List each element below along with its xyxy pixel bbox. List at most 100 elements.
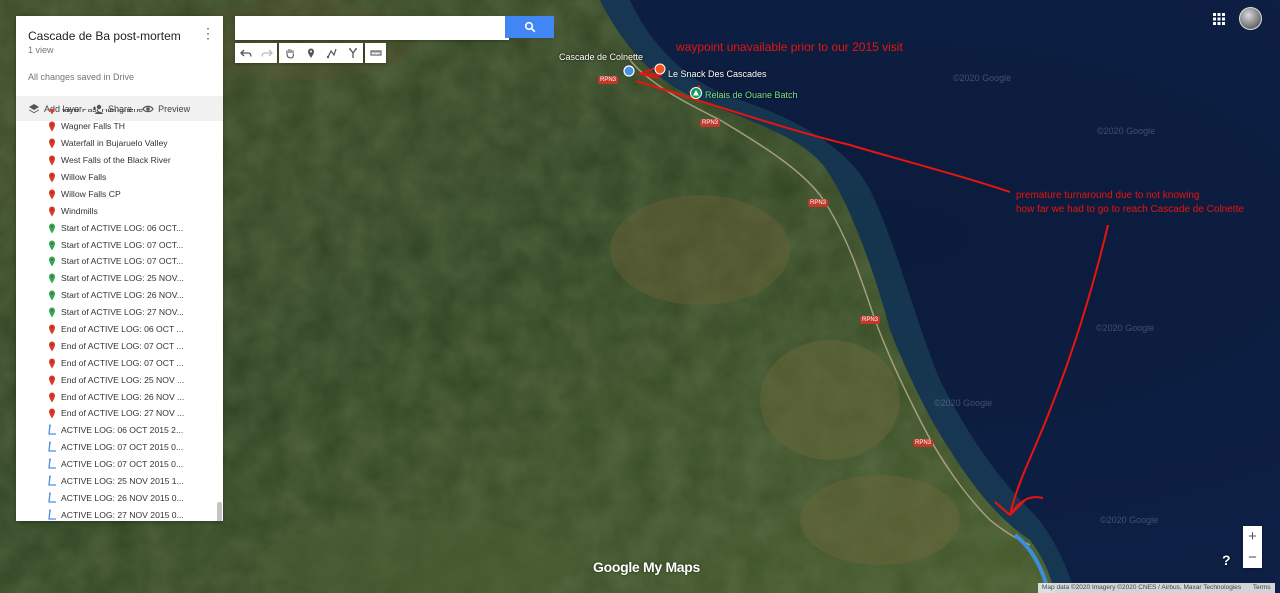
- list-item[interactable]: Willow Falls CP: [16, 185, 223, 202]
- road-label: RPN3: [700, 119, 721, 127]
- search-input[interactable]: [235, 16, 509, 40]
- list-item-label: End of ACTIVE LOG: 26 NOV ...: [61, 391, 185, 402]
- list-item[interactable]: Windmills: [16, 202, 223, 219]
- list-item-label: ACTIVE LOG: 25 NOV 2015 1...: [61, 476, 184, 487]
- line-path-icon: [48, 458, 56, 469]
- list-item[interactable]: ACTIVE LOG: 27 NOV 2015 0...: [16, 506, 223, 521]
- save-status: All changes saved in Drive: [28, 72, 135, 82]
- hand-icon: [285, 49, 294, 59]
- list-item[interactable]: Start of ACTIVE LOG: 26 NOV...: [16, 287, 223, 304]
- list-item[interactable]: End of ACTIVE LOG: 26 NOV ...: [16, 388, 223, 405]
- draw-line-button[interactable]: [321, 43, 342, 63]
- more-options-icon[interactable]: ⋮: [201, 26, 215, 40]
- view-count: 1 view: [28, 45, 54, 55]
- map-legend-panel: Cascade de Ba post-mortem 1 view All cha…: [16, 16, 223, 521]
- measure-button[interactable]: [365, 43, 386, 63]
- red-marker-icon: [49, 206, 55, 217]
- add-marker-button[interactable]: [300, 43, 321, 63]
- list-item[interactable]: End of ACTIVE LOG: 27 NOV ...: [16, 405, 223, 422]
- green-marker-icon: [49, 223, 55, 234]
- red-marker-icon: [49, 324, 55, 335]
- list-item[interactable]: View Past Hienghene: [16, 109, 223, 118]
- list-item[interactable]: ACTIVE LOG: 07 OCT 2015 0...: [16, 439, 223, 456]
- list-item[interactable]: End of ACTIVE LOG: 07 OCT ...: [16, 354, 223, 371]
- map-watermark: ©2020 Google: [934, 398, 993, 408]
- scrollbar[interactable]: [217, 502, 222, 521]
- line-path-icon: [48, 475, 56, 486]
- directions-icon: [348, 48, 357, 58]
- hand-tool-button[interactable]: [279, 43, 300, 63]
- redo-button[interactable]: [256, 43, 277, 63]
- red-marker-icon: [49, 408, 55, 419]
- list-item-label: End of ACTIVE LOG: 07 OCT ...: [61, 340, 184, 351]
- list-item-label: ACTIVE LOG: 06 OCT 2015 2...: [61, 425, 184, 436]
- red-marker-icon: [49, 341, 55, 352]
- zoom-in-button[interactable]: +: [1243, 526, 1262, 547]
- list-item-label: End of ACTIVE LOG: 06 OCT ...: [61, 324, 184, 335]
- apps-grid-icon[interactable]: [1212, 12, 1226, 26]
- list-item-label: End of ACTIVE LOG: 25 NOV ...: [61, 374, 185, 385]
- list-item-label: Start of ACTIVE LOG: 25 NOV...: [61, 273, 184, 284]
- red-marker-icon: [49, 189, 55, 200]
- map-watermark: ©2020 Google: [1096, 323, 1155, 333]
- list-item[interactable]: ACTIVE LOG: 07 OCT 2015 0...: [16, 456, 223, 473]
- list-item[interactable]: ACTIVE LOG: 06 OCT 2015 2...: [16, 422, 223, 439]
- list-item-label: End of ACTIVE LOG: 07 OCT ...: [61, 357, 184, 368]
- red-marker-icon: [49, 358, 55, 369]
- green-marker-icon: [49, 256, 55, 267]
- list-item-label: Start of ACTIVE LOG: 06 OCT...: [61, 222, 184, 233]
- edit-toolbar-history: [235, 43, 277, 63]
- red-marker-icon: [49, 172, 55, 183]
- list-item[interactable]: Start of ACTIVE LOG: 07 OCT...: [16, 253, 223, 270]
- account-avatar[interactable]: [1239, 7, 1262, 30]
- place-label-snack[interactable]: Le Snack Des Cascades: [668, 69, 767, 79]
- red-marker-icon: [49, 392, 55, 403]
- feature-list[interactable]: View Past Hienghene Wagner Falls TH Waterf…: [16, 109, 223, 521]
- map-watermark: ©2020 Google: [953, 73, 1012, 83]
- red-marker-icon: [49, 121, 55, 132]
- list-item-label: West Falls of the Black River: [61, 155, 171, 166]
- directions-button[interactable]: [342, 43, 363, 63]
- list-item[interactable]: ACTIVE LOG: 26 NOV 2015 0...: [16, 489, 223, 506]
- list-item[interactable]: West Falls of the Black River: [16, 152, 223, 169]
- edit-toolbar-tools: [279, 43, 363, 63]
- place-label-cascade[interactable]: Cascade de Colnette: [559, 52, 643, 62]
- list-item[interactable]: End of ACTIVE LOG: 07 OCT ...: [16, 337, 223, 354]
- map-watermark: ©2020 Google: [1100, 515, 1159, 525]
- annotation-waypoint: waypoint unavailable prior to our 2015 v…: [676, 40, 903, 54]
- map-attribution: Map data ©2020 Imagery ©2020 CNES / Airb…: [1038, 583, 1275, 593]
- red-marker-icon: [49, 109, 55, 115]
- search-icon: [524, 21, 535, 33]
- list-item-label: Wagner Falls TH: [61, 121, 125, 132]
- zoom-out-button[interactable]: −: [1243, 547, 1262, 568]
- ruler-icon: [369, 50, 382, 56]
- list-item[interactable]: Start of ACTIVE LOG: 25 NOV...: [16, 270, 223, 287]
- list-item-label: Waterfall in Bujaruelo Valley: [61, 138, 168, 149]
- google-my-maps-logo: Google My Maps: [593, 559, 701, 575]
- list-item[interactable]: Start of ACTIVE LOG: 06 OCT...: [16, 219, 223, 236]
- help-icon[interactable]: ?: [1222, 552, 1238, 568]
- place-label-relais[interactable]: Relais de Ouane Batch: [705, 90, 798, 100]
- red-marker-icon: [49, 155, 55, 166]
- road-label: RPN3: [598, 76, 619, 84]
- undo-button[interactable]: [235, 43, 256, 63]
- list-item[interactable]: Start of ACTIVE LOG: 07 OCT...: [16, 236, 223, 253]
- terms-link[interactable]: Terms: [1253, 584, 1271, 591]
- list-item[interactable]: Waterfall in Bujaruelo Valley: [16, 135, 223, 152]
- list-item[interactable]: Start of ACTIVE LOG: 27 NOV...: [16, 304, 223, 321]
- list-item[interactable]: End of ACTIVE LOG: 25 NOV ...: [16, 371, 223, 388]
- list-item-label: View Past Hienghene: [61, 109, 144, 115]
- list-item[interactable]: ACTIVE LOG: 25 NOV 2015 1...: [16, 473, 223, 490]
- list-item[interactable]: Willow Falls: [16, 169, 223, 186]
- list-item-label: Willow Falls CP: [61, 188, 121, 199]
- edit-toolbar-measure: [365, 43, 386, 63]
- list-item[interactable]: Wagner Falls TH: [16, 118, 223, 135]
- list-item[interactable]: End of ACTIVE LOG: 06 OCT ...: [16, 321, 223, 338]
- draw-line-icon: [326, 48, 337, 59]
- map-title[interactable]: Cascade de Ba post-mortem: [28, 29, 211, 43]
- attribution-text: Map data ©2020 Imagery ©2020 CNES / Airb…: [1042, 584, 1242, 591]
- redo-icon: [260, 49, 273, 57]
- green-marker-icon: [49, 290, 55, 301]
- green-marker-icon: [49, 273, 55, 284]
- search-button[interactable]: [505, 16, 554, 38]
